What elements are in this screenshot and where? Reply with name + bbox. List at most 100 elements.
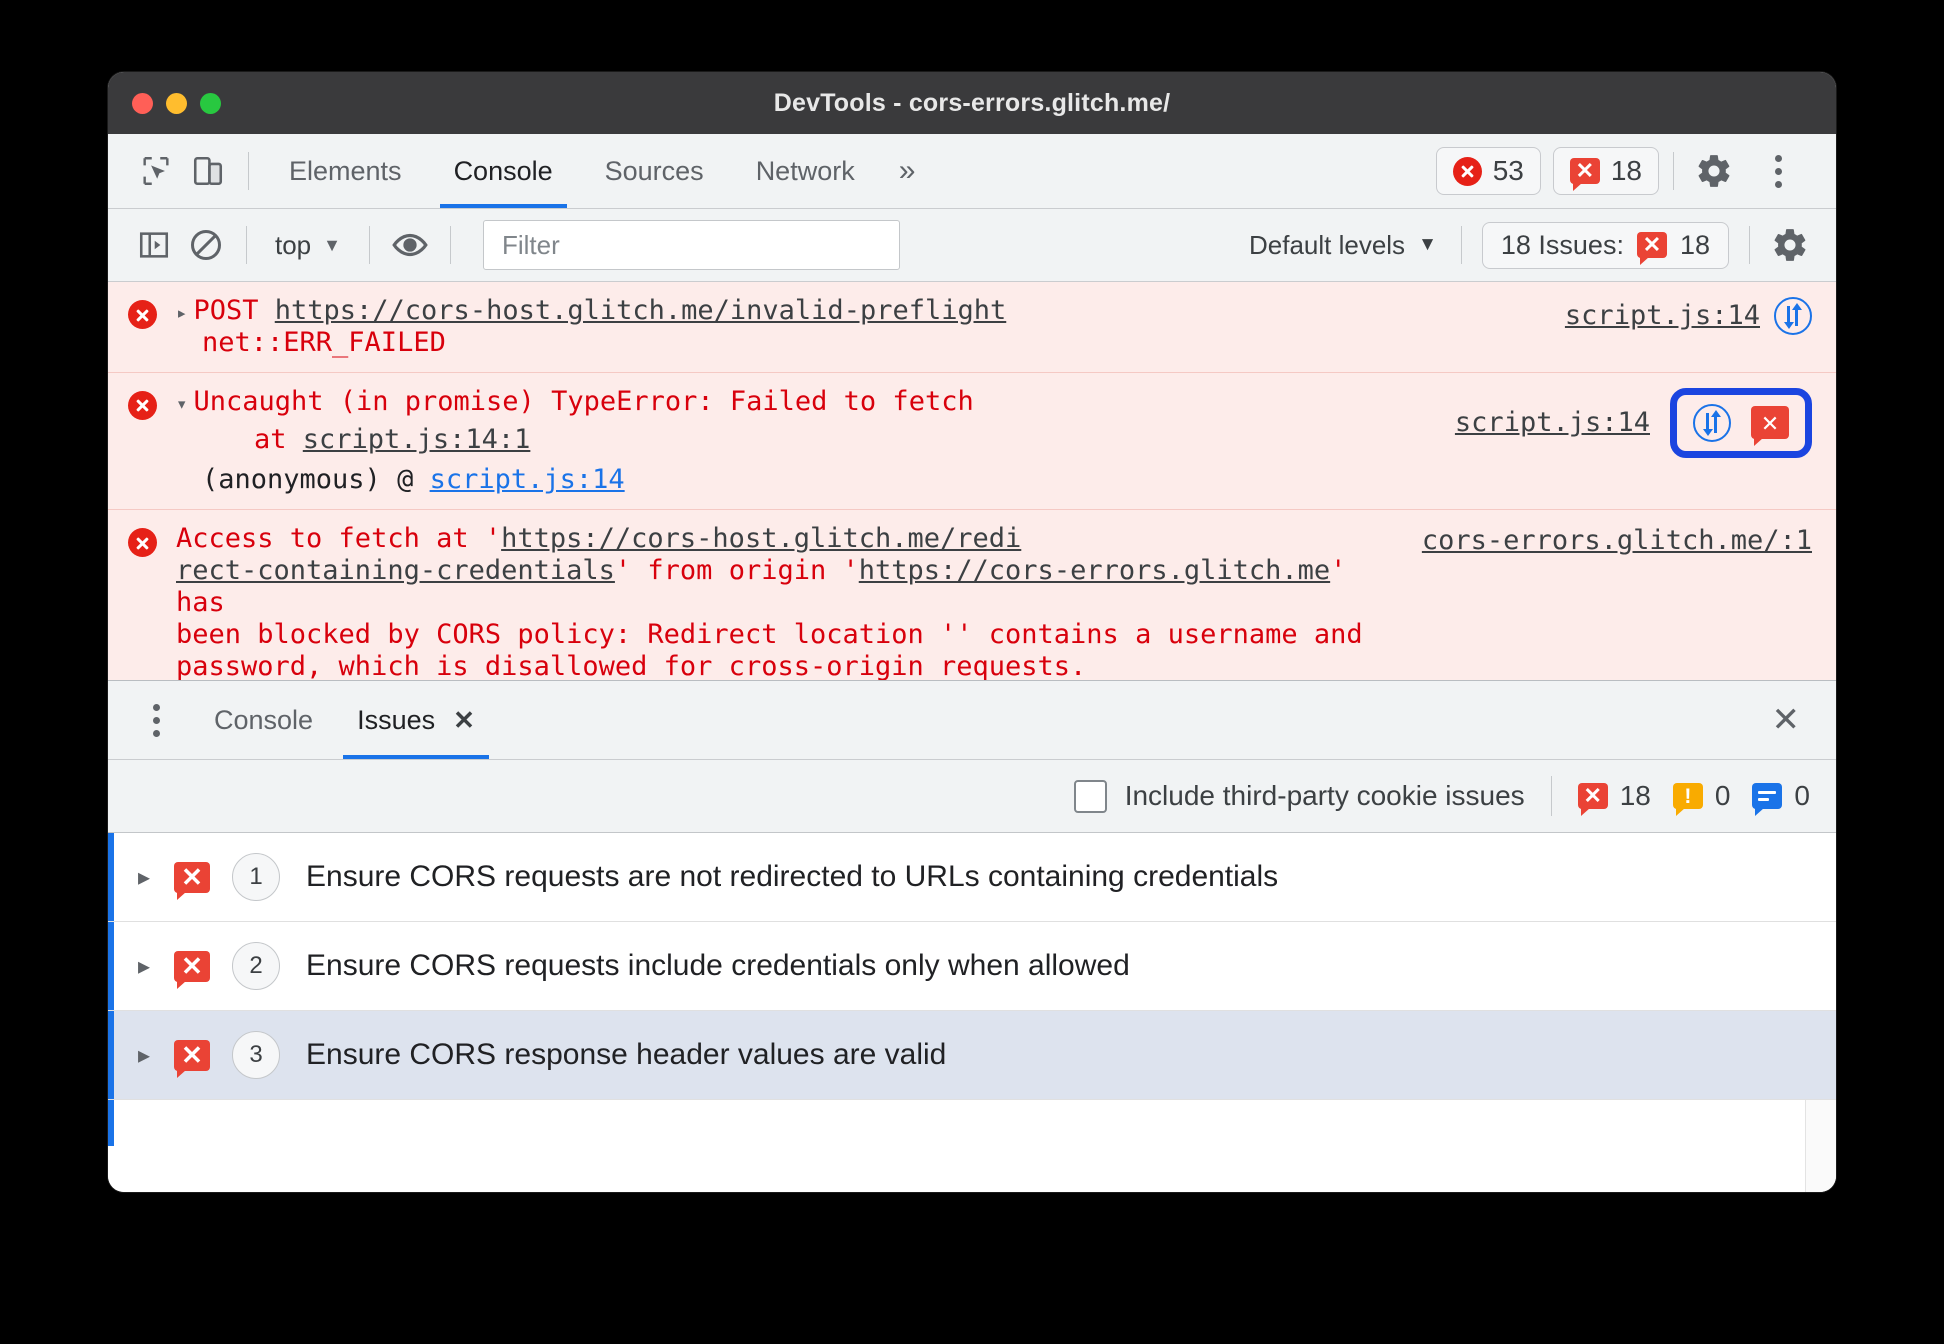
collapse-triangle-icon[interactable]: ▾ <box>176 393 187 415</box>
tab-network-label: Network <box>755 155 855 186</box>
tab-elements[interactable]: Elements <box>263 134 428 208</box>
cors-origin-link[interactable]: https://cors-errors.glitch.me <box>859 555 1330 586</box>
tab-sources-label: Sources <box>604 155 704 186</box>
filterbar-divider-3 <box>449 226 451 264</box>
issues-error-count-value: 18 <box>1619 780 1651 811</box>
kebab-menu-icon[interactable] <box>1756 154 1800 188</box>
stack-location-link[interactable]: script.js:14:1 <box>303 424 531 455</box>
drawer-more-icon[interactable] <box>134 703 178 737</box>
issues-summary-button[interactable]: 18 Issues: ✕ 18 <box>1481 221 1729 269</box>
console-message-row[interactable]: Access to fetch at 'https://cors-host.gl… <box>108 510 1836 680</box>
inspect-element-icon[interactable] <box>130 145 182 197</box>
console-filter-toolbar: top ▼ Filter Default levels ▼ 18 Issues:… <box>108 209 1836 282</box>
source-link[interactable]: script.js:14 <box>1565 300 1760 332</box>
third-party-cookie-checkbox[interactable]: Include third-party cookie issues <box>1073 779 1525 813</box>
console-message-row[interactable]: ▸ POST https://cors-host.glitch.me/invali… <box>108 282 1836 373</box>
device-toolbar-icon[interactable] <box>182 145 234 197</box>
checkbox-label: Include third-party cookie issues <box>1124 780 1525 811</box>
expand-triangle-icon[interactable]: ▸ <box>114 863 174 892</box>
close-drawer-icon[interactable]: ✕ <box>1772 700 1811 740</box>
expand-triangle-icon[interactable]: ▸ <box>114 1041 174 1070</box>
tab-sources[interactable]: Sources <box>579 134 730 208</box>
issue-row-selected[interactable]: ▸ ✕ 3 Ensure CORS response header values… <box>108 1011 1836 1100</box>
message-source-area: script.js:14 ✕ <box>1433 386 1812 458</box>
filter-input[interactable]: Filter <box>482 220 900 270</box>
cors-message-line4: password, which is disallowed for cross-… <box>176 650 1087 680</box>
filterbar-divider-1 <box>246 226 247 264</box>
issue-error-icon: ✕ <box>1577 783 1608 816</box>
minimize-window-button[interactable] <box>166 92 187 114</box>
issue-count-pill: 3 <box>232 1031 280 1079</box>
issue-title: Ensure CORS requests include credentials… <box>306 949 1130 982</box>
checkbox-box[interactable] <box>1073 779 1107 813</box>
request-method: POST <box>193 295 259 326</box>
issue-bubble-icon: ✕ <box>1569 158 1600 191</box>
console-message-row-highlighted[interactable]: ▾ Uncaught (in promise) TypeError: Failed… <box>108 372 1836 511</box>
issue-count-value: 18 <box>1610 155 1642 186</box>
more-tabs-icon[interactable]: » <box>881 134 934 208</box>
cors-message-prefix: Access to fetch at ' <box>176 523 502 555</box>
execution-context-label: top <box>275 229 312 260</box>
issue-count-badge[interactable]: ✕ 18 <box>1552 147 1659 195</box>
expand-triangle-icon[interactable]: ▸ <box>114 952 174 981</box>
drawer-tab-issues[interactable]: Issues ✕ <box>335 681 497 759</box>
source-link[interactable]: script.js:14 <box>1455 407 1650 439</box>
request-url-link[interactable]: https://cors-host.glitch.me/invalid-pref… <box>275 295 1007 326</box>
issue-row[interactable]: ▸ ✕ 2 Ensure CORS requests include crede… <box>108 922 1836 1011</box>
error-count-badge[interactable]: 53 <box>1435 147 1541 195</box>
message-text: ▾ Uncaught (in promise) TypeError: Failed… <box>176 386 1433 497</box>
console-sidebar-icon[interactable] <box>128 219 180 271</box>
close-issues-tab-icon[interactable]: ✕ <box>453 705 475 736</box>
network-request-icon[interactable] <box>1693 403 1731 442</box>
filter-placeholder: Filter <box>501 229 560 260</box>
stack-at-label: at <box>254 423 287 455</box>
clear-console-icon[interactable] <box>180 219 232 271</box>
issue-count-pill: 1 <box>232 853 280 901</box>
issue-error-icon: ✕ <box>174 950 210 989</box>
tab-network[interactable]: Network <box>730 134 881 208</box>
issue-bubble-icon[interactable]: ✕ <box>1751 406 1789 447</box>
issue-warning-icon: ! <box>1672 783 1703 816</box>
log-levels-selector[interactable]: Default levels ▼ <box>1239 230 1447 261</box>
drawer-tab-issues-label: Issues <box>357 704 436 735</box>
issues-error-count: ✕ 18 <box>1577 780 1651 816</box>
message-body: Access to fetch at 'https://cors-host.gl… <box>176 523 1836 680</box>
issue-row-accent <box>108 1100 114 1146</box>
issue-info-icon <box>1752 783 1783 816</box>
close-window-button[interactable] <box>132 92 153 114</box>
live-expression-eye-icon[interactable] <box>384 219 436 271</box>
error-count-value: 53 <box>1492 155 1524 186</box>
error-circle-icon <box>127 528 157 558</box>
drawer-tabbar: Console Issues ✕ ✕ <box>108 680 1836 760</box>
issue-row[interactable]: ▸ ✕ 1 Ensure CORS requests are not redir… <box>108 833 1836 922</box>
stack-frame-link[interactable]: script.js:14 <box>430 464 625 495</box>
chevron-down-icon: ▼ <box>323 234 341 255</box>
issues-warning-count: ! 0 <box>1672 780 1730 816</box>
drawer-tab-console-label: Console <box>214 704 314 735</box>
issues-info-count: 0 <box>1752 780 1810 816</box>
log-levels-label: Default levels <box>1248 229 1406 260</box>
tab-console[interactable]: Console <box>428 134 579 208</box>
expand-triangle-icon[interactable]: ▸ <box>176 302 187 324</box>
cors-url-link-part1[interactable]: https://cors-host.glitch.me/redi <box>501 523 1021 554</box>
gear-icon[interactable] <box>1688 145 1740 197</box>
source-link[interactable]: cors-errors.glitch.me/:1 <box>1422 525 1812 557</box>
issue-title: Ensure CORS response header values are v… <box>306 1038 947 1071</box>
message-severity-gutter <box>108 295 176 359</box>
message-text: ▸ POST https://cors-host.glitch.me/invali… <box>176 295 1543 359</box>
stack-trace-row: (anonymous) @ script.js:14 <box>176 455 1433 496</box>
issues-summary-count: 18 <box>1679 229 1710 260</box>
message-text: Access to fetch at 'https://cors-host.gl… <box>176 523 1400 680</box>
network-request-icon[interactable] <box>1774 297 1812 335</box>
maximize-window-button[interactable] <box>200 92 221 114</box>
filterbar-divider-5 <box>1749 226 1750 264</box>
execution-context-selector[interactable]: top ▼ <box>261 230 355 261</box>
console-settings-gear-icon[interactable] <box>1764 219 1816 271</box>
issue-error-icon: ✕ <box>174 1039 210 1078</box>
error-circle-icon <box>127 300 157 329</box>
error-circle-icon <box>127 390 157 420</box>
cors-url-link-part2[interactable]: rect-containing-credentials <box>176 555 615 586</box>
console-message-list: ▸ POST https://cors-host.glitch.me/invali… <box>108 282 1836 680</box>
window-controls <box>132 72 221 134</box>
drawer-tab-console[interactable]: Console <box>192 681 335 759</box>
